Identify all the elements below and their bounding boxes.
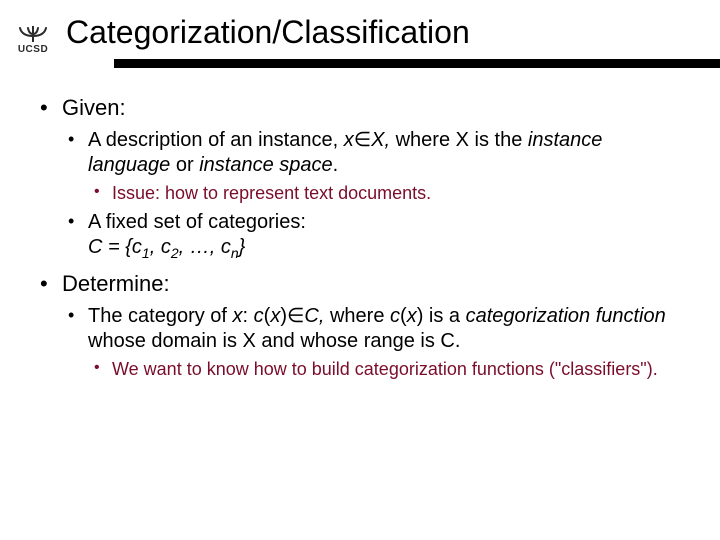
classifiers-text: We want to know how to build categorizat… bbox=[88, 358, 684, 381]
slide: UCSD Categorization/Classification Given… bbox=[0, 0, 720, 540]
slide-header: UCSD Categorization/Classification bbox=[0, 0, 720, 68]
determine-sublist2: We want to know how to build categorizat… bbox=[88, 358, 684, 381]
determine-label: Determine: bbox=[62, 271, 170, 296]
ucsd-logo: UCSD bbox=[14, 26, 52, 55]
trident-icon bbox=[18, 26, 48, 42]
determine-category: The category of x: c(x)∈C, where c(x) is… bbox=[62, 304, 684, 381]
given-categories: A fixed set of categories: C = {c1, c2, … bbox=[62, 210, 684, 260]
title-underline bbox=[114, 59, 720, 68]
bullet-list: Given: A description of an instance, x∈X… bbox=[36, 94, 684, 380]
slide-title: Categorization/Classification bbox=[60, 14, 720, 51]
determine-sublist: The category of x: c(x)∈C, where c(x) is… bbox=[62, 304, 684, 381]
given-label: Given: bbox=[62, 95, 126, 120]
bullet-determine: Determine: The category of x: c(x)∈C, wh… bbox=[36, 270, 684, 380]
issue-text: Issue: how to represent text documents. bbox=[88, 182, 684, 205]
given-desc-sublist: Issue: how to represent text documents. bbox=[88, 182, 684, 205]
given-description: A description of an instance, x∈X, where… bbox=[62, 128, 684, 205]
bullet-given: Given: A description of an instance, x∈X… bbox=[36, 94, 684, 260]
slide-content: Given: A description of an instance, x∈X… bbox=[0, 68, 720, 380]
given-sublist: A description of an instance, x∈X, where… bbox=[62, 128, 684, 261]
logo-text: UCSD bbox=[14, 44, 52, 55]
